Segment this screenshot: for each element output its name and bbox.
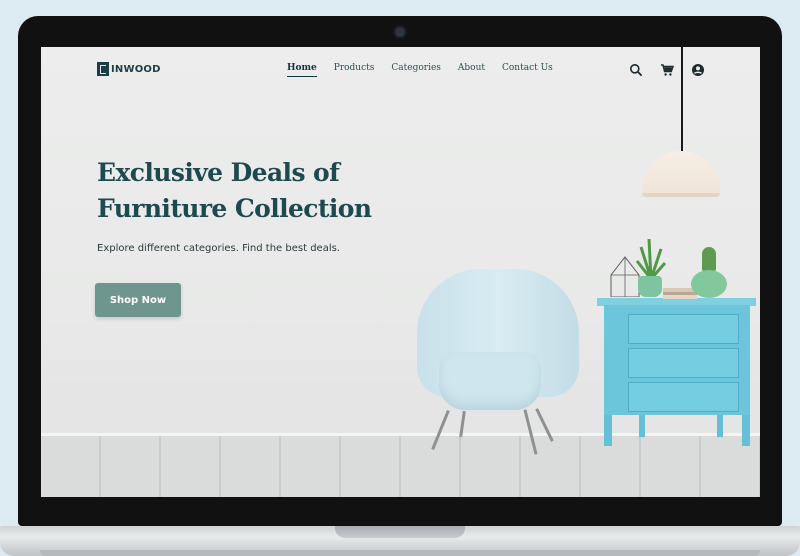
lamp-cord [681, 47, 683, 153]
armchair-seat [439, 352, 541, 410]
user-account-icon[interactable] [691, 62, 705, 76]
shop-now-button[interactable]: Shop Now [95, 283, 181, 317]
cart-icon[interactable] [660, 62, 675, 76]
website-screen: INWOOD Home Products Categories About Co… [41, 47, 760, 497]
cabinet-leg [742, 415, 750, 446]
round-planter [691, 270, 727, 298]
pendant-lamp [642, 151, 720, 197]
nav-link-about[interactable]: About [458, 63, 485, 77]
hero-title-line-1: Exclusive Deals of [97, 158, 340, 187]
wooden-floor [41, 433, 760, 497]
cabinet-drawer [628, 314, 739, 344]
header-actions [629, 62, 705, 77]
hero-title-line-2: Furniture Collection [97, 194, 372, 223]
cabinet-leg [717, 415, 723, 437]
hero-title: Exclusive Deals of Furniture Collection [97, 155, 417, 227]
main-navigation: Home Products Categories About Contact U… [287, 63, 553, 77]
laptop-opening-notch [335, 526, 465, 538]
search-icon[interactable] [629, 62, 643, 77]
nav-link-categories[interactable]: Categories [391, 63, 441, 77]
laptop-base-shadow [40, 550, 760, 556]
cabinet-leg [639, 415, 645, 437]
brand-name: INWOOD [111, 63, 161, 75]
nav-link-products[interactable]: Products [334, 63, 375, 77]
cabinet-leg [604, 415, 612, 446]
potted-plant-leaves [635, 239, 667, 279]
hero-subtitle: Explore different categories. Find the b… [97, 243, 340, 254]
nav-link-home[interactable]: Home [287, 63, 317, 77]
logo-icon [97, 62, 109, 76]
webcam [395, 27, 405, 37]
cabinet-drawer [628, 382, 739, 412]
nav-link-contact[interactable]: Contact Us [502, 63, 553, 77]
plant-pot [638, 276, 662, 297]
cactus-plant [702, 247, 716, 271]
cabinet-drawer [628, 348, 739, 378]
brand-logo[interactable]: INWOOD [97, 62, 161, 76]
